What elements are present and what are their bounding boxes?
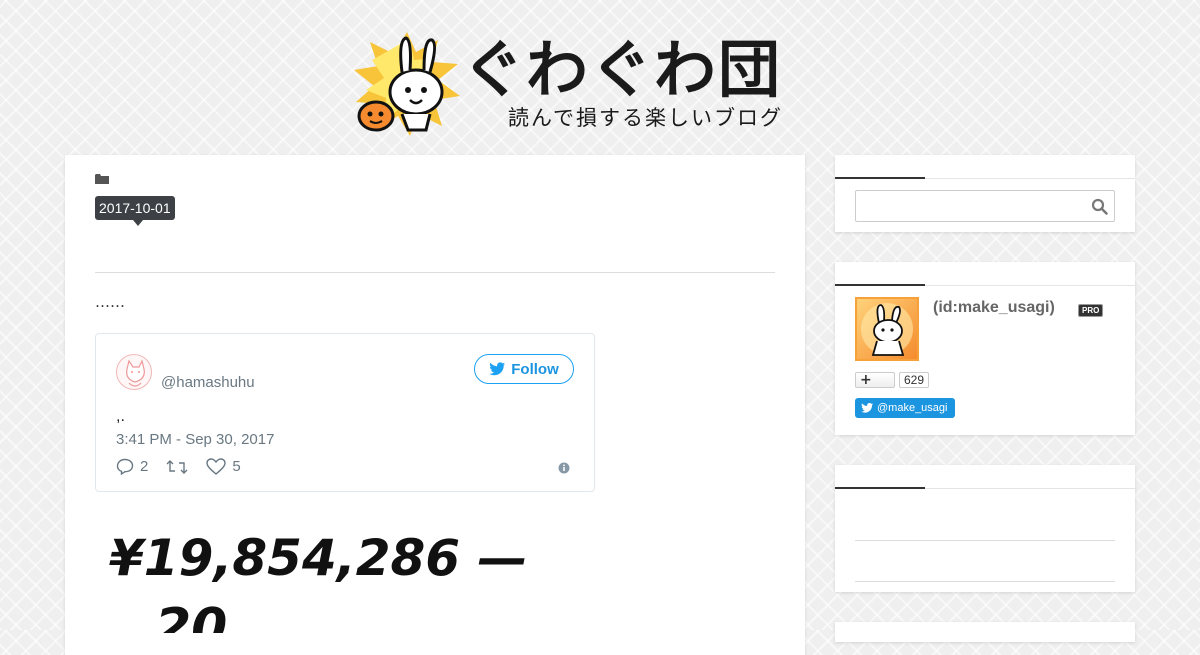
search-input[interactable] [855,190,1115,222]
svg-text:20: 20 [155,598,227,633]
twitter-follow-button[interactable]: @make_usagi [855,398,956,418]
sidebar-heading [835,262,1135,286]
follow-button[interactable]: Follow [474,354,574,384]
search-icon[interactable] [1091,198,1108,215]
site-title: ぐわぐわ団 [462,33,783,106]
sidebar-heading [835,155,1135,179]
sidebar-profile-box: (id:make_usagi) PRO + 629 @make_usagi [835,262,1135,435]
site-tagline: 読んで損する楽しいブログ [508,106,783,130]
like-action[interactable]: 5 [206,458,241,475]
embedded-tweet[interactable]: @hamashuhu Follow ,. 3:41 PM - Sep 30, 2… [95,333,595,492]
handwritten-amount-text: ¥19,854,286 — [109,529,528,587]
tweet-avatar[interactable] [116,354,152,390]
reply-count: 2 [140,458,149,475]
subscribe-button[interactable]: + [855,372,895,388]
divider [95,272,775,273]
article-card: 2017-10-01 …… @hamashuhu Follow ,. 3:41 … [65,155,805,655]
twitter-bird-icon [861,403,873,413]
retweet-action[interactable] [166,459,188,475]
reply-icon [116,458,134,475]
article-intro-text: …… [95,293,125,311]
sidebar-heading [835,465,1135,489]
sidebar-box [835,622,1135,642]
tweet-handle[interactable]: @hamashuhu [161,374,255,391]
twitter-bird-icon [489,362,506,376]
tweet-text: ,. [116,408,125,425]
profile-id[interactable]: (id:make_usagi) [933,299,1055,317]
like-count: 5 [232,458,241,475]
subscriber-count: 629 [899,372,930,388]
twitter-follow-label: @make_usagi [877,402,948,414]
heart-icon [206,458,227,475]
tweet-actions: 2 5 [116,458,259,475]
folder-icon[interactable] [95,173,109,185]
info-icon[interactable] [558,462,570,474]
sidebar-search-box [835,155,1135,232]
rabbit-mascot-logo [354,32,460,136]
list-divider [855,581,1115,582]
retweet-icon [166,459,188,474]
site-header[interactable]: ぐわぐわ団 読んで損する楽しいブログ [350,30,850,140]
sidebar-list-box [835,465,1135,592]
tweet-timestamp[interactable]: 3:41 PM - Sep 30, 2017 [116,431,274,448]
reply-action[interactable]: 2 [116,458,148,475]
profile-avatar[interactable] [855,297,919,361]
post-date[interactable]: 2017-10-01 [95,196,175,226]
follow-button-label: Follow [511,360,559,378]
handwritten-amount-image: ¥19,854,286 — 20 [109,529,528,633]
list-divider [855,540,1115,541]
pro-badge: PRO [1078,304,1104,317]
